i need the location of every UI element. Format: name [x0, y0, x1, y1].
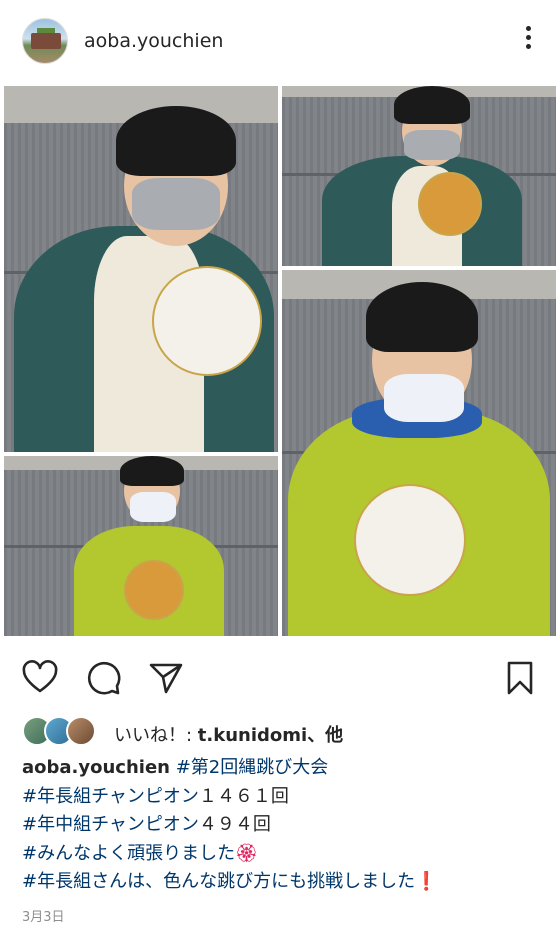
avatar[interactable]	[22, 18, 68, 64]
avatar-building	[31, 33, 61, 49]
heart-icon[interactable]	[20, 658, 60, 698]
likes-suffix[interactable]: 、他	[307, 725, 343, 746]
post-date: 3月3日	[22, 910, 65, 925]
flower-emoji-icon: 🏵	[235, 842, 258, 864]
exclamation-emoji-icon: ❗	[415, 871, 438, 892]
bookmark-icon[interactable]	[500, 658, 540, 698]
hashtag[interactable]: #みんなよく頑張りました	[22, 843, 235, 864]
post-image[interactable]	[0, 82, 560, 640]
caption-username[interactable]: aoba.youchien	[22, 757, 170, 778]
post-caption: aoba.youchien #第2回縄跳び大会 #年長組チャンピオン１４６１回 …	[22, 754, 542, 897]
likes-text: いいね！: t.kunidomi、他	[114, 721, 343, 747]
post-username[interactable]: aoba.youchien	[84, 30, 223, 52]
photo-cell-3	[4, 456, 278, 636]
caption-text: １４６１回	[198, 785, 289, 807]
hashtag[interactable]: #年長組チャンピオン	[22, 786, 199, 807]
hashtag[interactable]: #年中組チャンピオン	[22, 814, 199, 835]
more-options-icon[interactable]	[524, 26, 532, 56]
liker-avatar	[66, 716, 96, 746]
send-icon[interactable]	[146, 658, 186, 698]
comment-icon[interactable]	[83, 658, 123, 698]
photo-cell-2	[282, 86, 556, 266]
action-bar	[0, 640, 560, 712]
hashtag[interactable]: #年長組さんは、色んな跳び方にも挑戦しました	[22, 871, 415, 892]
caption-text: ４９４回	[198, 814, 271, 835]
hashtag[interactable]: #第2回縄跳び大会	[176, 757, 329, 778]
likes-row[interactable]: いいね！: t.kunidomi、他	[22, 714, 542, 748]
likes-prefix: いいね！:	[114, 725, 198, 746]
photo-cell-4	[282, 270, 556, 636]
post-header: aoba.youchien	[0, 0, 560, 82]
likes-user[interactable]: t.kunidomi	[198, 725, 307, 746]
photo-cell-1	[4, 86, 278, 452]
